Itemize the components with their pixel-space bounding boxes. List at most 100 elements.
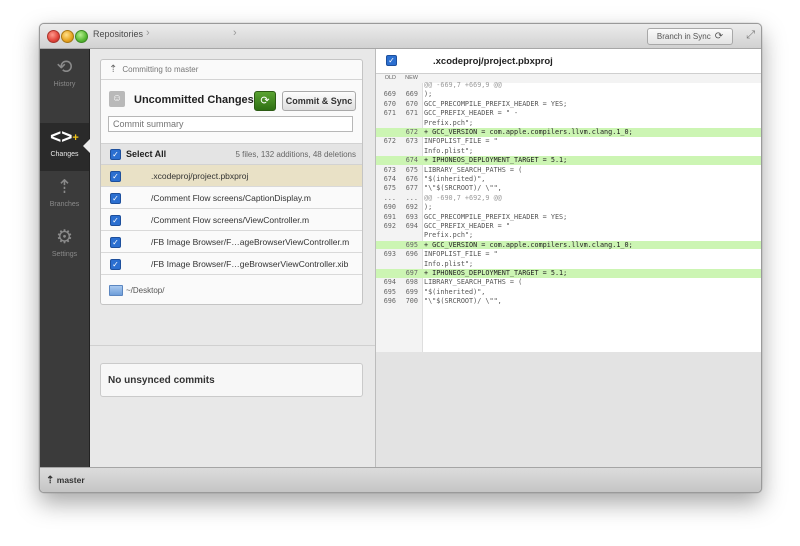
sidebar-item-changes[interactable]: <>+ Changes — [40, 123, 90, 171]
file-row[interactable]: ✓ /Comment Flow screens/CaptionDisplay.m — [101, 187, 362, 209]
file-checkbox[interactable]: ✓ — [110, 215, 121, 226]
old-line-number: 673 — [383, 165, 396, 174]
breadcrumb-chevron-icon[interactable]: › — [233, 27, 237, 39]
sync-icon: ⟳ — [260, 95, 270, 107]
diff-line: 695 699 "$(inherited)", — [376, 287, 761, 297]
diff-hunk-header: ...... @@ -690,7 +692,9 @@ — [376, 193, 761, 203]
file-row[interactable]: ✓ /FB Image Browser/F…geBrowserViewContr… — [101, 253, 362, 275]
new-line-number: 672 — [405, 128, 418, 136]
breadcrumb-repositories[interactable]: Repositories — [93, 29, 143, 39]
file-count: 5 files, 132 additions, 48 deletions — [235, 150, 356, 159]
old-line-number: 692 — [383, 222, 396, 230]
settings-icon: ⚙ — [55, 227, 74, 248]
uncommitted-title: Uncommitted Changes — [134, 94, 254, 106]
close-window-button[interactable] — [47, 30, 60, 43]
changes-pane: ⇡ Committing to master ☺ Uncommitted Cha… — [90, 49, 375, 467]
history-icon: ⟲ — [56, 57, 73, 78]
new-line-number: ... — [405, 193, 418, 202]
select-all-checkbox[interactable]: ✓ — [110, 149, 121, 160]
old-line-number: 693 — [383, 250, 396, 259]
sidebar-item-settings[interactable]: ⚙ Settings — [40, 223, 89, 271]
sidebar-item-label: Changes — [50, 151, 79, 158]
file-row[interactable]: ✓ .xcodeproj/project.pbxproj — [101, 165, 362, 187]
refresh-button[interactable]: ⟳ — [254, 91, 276, 111]
folder-row[interactable]: ~/Desktop/ — [101, 275, 362, 303]
current-branch[interactable]: ⇡ master — [46, 475, 85, 486]
folder-icon — [109, 285, 123, 296]
diff-line-text: Prefix.pch"; — [424, 231, 474, 240]
branch-sync-button[interactable]: Branch in Sync ⟳ — [647, 28, 733, 45]
pane-divider — [90, 345, 375, 346]
new-line-number: 699 — [405, 287, 418, 296]
select-all-row: ✓ Select All 5 files, 132 additions, 48 … — [101, 143, 362, 165]
commit-sync-button[interactable]: Commit & Sync — [282, 91, 356, 111]
sidebar-item-branches[interactable]: ⇡ Branches — [40, 173, 89, 221]
new-line-number: 697 — [405, 269, 418, 277]
diff-line: 671 671 GCC_PREFIX_HEADER = " - — [376, 109, 761, 118]
sync-icon: ⟳ — [714, 31, 724, 42]
diff-line-text: GCC_PREFIX_HEADER = " - — [424, 109, 519, 118]
diff-line-text: LIBRARY_SEARCH_PATHS = ( — [424, 165, 523, 174]
new-line-number: 669 — [405, 90, 418, 99]
new-line-number: 677 — [405, 184, 418, 193]
diff-line-text: "$(inherited)", — [424, 287, 486, 296]
new-line-number: 698 — [405, 278, 418, 287]
old-line-number: ... — [383, 193, 396, 202]
committing-to-label: Committing to master — [122, 65, 199, 74]
diff-added-line: 697 + IPHONEOS_DEPLOYMENT_TARGET = 5.1; — [376, 269, 761, 278]
commit-summary-input[interactable] — [108, 116, 353, 132]
new-line-number: 696 — [405, 250, 418, 259]
active-indicator — [83, 139, 90, 153]
diff-added-line: 695 + GCC_VERSION = com.apple.compilers.l… — [376, 240, 761, 250]
file-row[interactable]: ✓ /Comment Flow screens/ViewController.m — [101, 209, 362, 231]
new-line-number: 692 — [405, 203, 418, 212]
diff-line: 690 692 ); — [376, 203, 761, 212]
app-window: Repositories › › Branch in Sync ⟳ ⤢ ⟲ Hi… — [39, 23, 762, 493]
commit-card: ⇡ Committing to master ☺ Uncommitted Cha… — [100, 59, 363, 305]
new-line-number: 673 — [405, 137, 418, 146]
file-checkbox[interactable]: ✓ — [110, 193, 121, 204]
titlebar: Repositories › › Branch in Sync ⟳ ⤢ — [40, 24, 761, 49]
status-bar: ⇡ master — [40, 467, 761, 492]
diff-line-text: + IPHONEOS_DEPLOYMENT_TARGET = 5.1; — [424, 269, 568, 277]
sidebar-item-history[interactable]: ⟲ History — [40, 53, 89, 101]
branch-name: master — [56, 475, 85, 485]
diff-line: Info.plist"; — [376, 259, 761, 269]
diff-line: 694 698 LIBRARY_SEARCH_PATHS = ( — [376, 278, 761, 287]
diff-line: 693 696 INFOPLIST_FILE = " — [376, 250, 761, 259]
file-checkbox[interactable]: ✓ — [110, 237, 121, 248]
new-line-number: 674 — [405, 156, 418, 165]
sync-label: Branch in Sync — [656, 32, 711, 41]
diff-hunk-header: @@ -669,7 +669,9 @@ — [376, 81, 761, 90]
new-line-number: 694 — [405, 222, 418, 230]
sidebar: ⟲ History <>+ Changes ⇡ Branches ⚙ Setti… — [40, 49, 90, 467]
new-line-number: 695 — [405, 240, 418, 249]
fullscreen-icon[interactable]: ⤢ — [746, 29, 755, 42]
diff-line: 692 694 GCC_PREFIX_HEADER = " — [376, 222, 761, 231]
diff-pane: ✓ .xcodeproj/project.pbxproj OLD NEW @@ … — [375, 49, 761, 467]
zoom-window-button[interactable] — [75, 30, 88, 43]
minimize-window-button[interactable] — [61, 30, 74, 43]
diff-file-checkbox[interactable]: ✓ — [386, 55, 397, 66]
new-line-number: 670 — [405, 99, 418, 108]
diff-line-text: Info.plist"; — [424, 259, 474, 268]
diff-line-text: ); — [424, 203, 433, 212]
file-row[interactable]: ✓ /FB Image Browser/F…ageBrowserViewCont… — [101, 231, 362, 253]
old-line-number: 691 — [383, 212, 396, 221]
diff-line-text: LIBRARY_SEARCH_PATHS = ( — [424, 278, 523, 287]
diff-line: 672 673 INFOPLIST_FILE = " — [376, 137, 761, 146]
diff-line: 669 669 ); — [376, 90, 761, 99]
file-checkbox[interactable]: ✓ — [110, 171, 121, 182]
diff-line-text: @@ -669,7 +669,9 @@ — [424, 81, 502, 89]
diff-line-text: INFOPLIST_FILE = " — [424, 250, 498, 259]
diff-line: 670 670 GCC_PRECOMPILE_PREFIX_HEADER = YE… — [376, 99, 761, 109]
diff-line-text: + GCC_VERSION = com.apple.compilers.llvm… — [424, 240, 633, 249]
breadcrumb-chevron-icon: › — [146, 27, 150, 39]
diff-view[interactable]: OLD NEW @@ -669,7 +669,9 @@ 669 669 ); 670 6… — [376, 74, 761, 352]
branch-icon: ⇡ — [109, 64, 118, 75]
diff-line: 675 677 "\"$(SRCROOT)/ \"", — [376, 184, 761, 193]
file-checkbox[interactable]: ✓ — [110, 259, 121, 270]
diff-line: 691 693 GCC_PRECOMPILE_PREFIX_HEADER = YE… — [376, 212, 761, 222]
sidebar-item-label: Branches — [49, 201, 80, 208]
changes-icon: <>+ — [50, 127, 79, 148]
